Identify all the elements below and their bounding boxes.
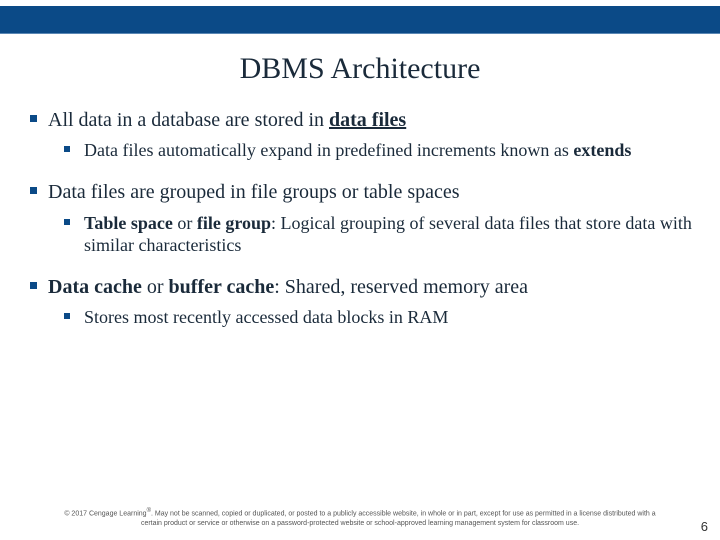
slide-title: DBMS Architecture xyxy=(0,52,720,86)
bullet-text-bold: Data cache xyxy=(48,276,142,298)
bullet-item: Data files are grouped in file groups or… xyxy=(28,180,692,256)
bullet-text: : Shared, reserved memory area xyxy=(274,276,528,298)
sub-bullet-list: Table space or file group: Logical group… xyxy=(48,213,692,257)
bullet-item: All data in a database are stored in dat… xyxy=(28,108,692,162)
bullet-text-bold: extends xyxy=(573,140,631,160)
footer-text: certain product or service or otherwise … xyxy=(141,520,579,527)
bullet-text: or xyxy=(173,213,197,233)
page-number: 6 xyxy=(701,519,708,534)
sub-bullet-item: Data files automatically expand in prede… xyxy=(62,140,692,162)
bullet-list: All data in a database are stored in dat… xyxy=(28,108,692,329)
bullet-text-bold: file group xyxy=(197,213,271,233)
bullet-text-bold: buffer cache xyxy=(169,276,275,298)
bullet-item: Data cache or buffer cache: Shared, rese… xyxy=(28,275,692,329)
sub-bullet-item: Stores most recently accessed data block… xyxy=(62,307,692,329)
sub-bullet-list: Data files automatically expand in prede… xyxy=(48,140,692,162)
footer-text: © 2017 Cengage Learning xyxy=(64,511,146,518)
bullet-text-bold: Table space xyxy=(84,213,173,233)
bullet-text-bold: data files xyxy=(329,109,406,131)
bullet-text: or xyxy=(142,276,169,298)
copyright-footer: © 2017 Cengage Learning®. May not be sca… xyxy=(0,508,720,528)
bullet-text: Data files are grouped in file groups or… xyxy=(48,181,460,203)
slide-content: All data in a database are stored in dat… xyxy=(0,108,720,329)
sub-bullet-item: Table space or file group: Logical group… xyxy=(62,213,692,257)
sub-bullet-list: Stores most recently accessed data block… xyxy=(48,307,692,329)
bullet-text: Stores most recently accessed data block… xyxy=(84,307,448,327)
bullet-text: Data files automatically expand in prede… xyxy=(84,140,573,160)
header-bar-wrap xyxy=(0,0,720,34)
header-bar xyxy=(0,6,720,34)
bullet-text: All data in a database are stored in xyxy=(48,109,329,131)
footer-text: . May not be scanned, copied or duplicat… xyxy=(151,511,656,518)
